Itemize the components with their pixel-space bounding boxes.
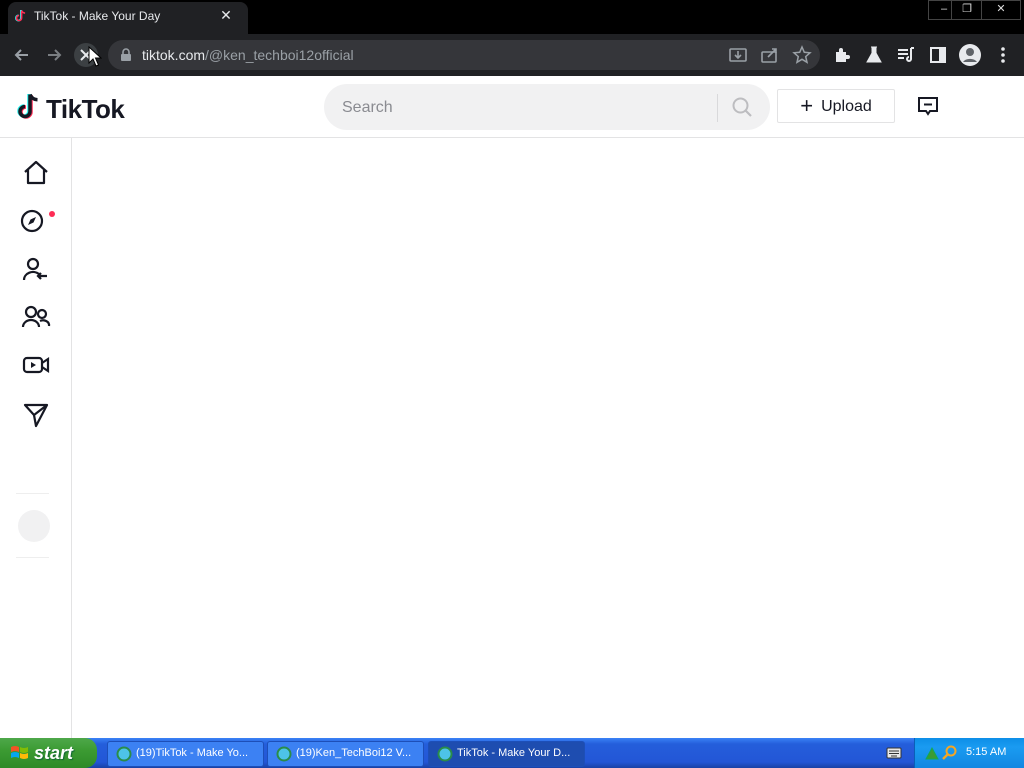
- sidebar-divider: [16, 493, 49, 494]
- inbox-message-icon[interactable]: [916, 94, 940, 118]
- lock-icon[interactable]: [120, 48, 132, 62]
- tiktok-logo-text[interactable]: TikTok: [46, 94, 125, 125]
- tiktok-favicon-icon: [15, 10, 26, 22]
- side-panel-icon[interactable]: [927, 44, 949, 66]
- search-tray-icon[interactable]: [942, 745, 958, 761]
- account-avatar-placeholder[interactable]: [18, 510, 50, 542]
- browser-app-icon: [437, 746, 453, 762]
- restore-button[interactable]: ❐: [951, 0, 983, 20]
- keyboard-icon[interactable]: [886, 746, 902, 760]
- explore-compass-icon[interactable]: [17, 205, 49, 237]
- network-tray-icon[interactable]: [924, 745, 940, 761]
- send-paper-plane-icon[interactable]: [20, 399, 52, 431]
- back-arrow-icon[interactable]: [11, 44, 33, 66]
- taskbar-item[interactable]: (19)Ken_TechBoi12 V...: [267, 741, 424, 767]
- taskbar-item-active[interactable]: TikTok - Make Your D...: [428, 741, 585, 767]
- url-text[interactable]: tiktok.com/@ken_techboi12official: [142, 47, 354, 63]
- taskbar-item-label: (19)TikTok - Make Yo...: [136, 747, 249, 759]
- start-button[interactable]: start: [0, 738, 97, 768]
- search-divider: [717, 94, 718, 122]
- clock: 5:15 AM: [966, 746, 1007, 758]
- chrome-menu-icon[interactable]: [992, 44, 1014, 66]
- following-icon[interactable]: [20, 254, 52, 286]
- taskbar-item[interactable]: (19)TikTok - Make Yo...: [107, 741, 264, 767]
- install-app-icon[interactable]: [727, 44, 749, 66]
- profile-avatar-icon[interactable]: [958, 43, 982, 67]
- tiktok-logo-icon[interactable]: [16, 91, 44, 121]
- url-host: tiktok.com: [142, 47, 206, 63]
- tab-title: TikTok - Make Your Day: [34, 9, 161, 23]
- home-icon[interactable]: [20, 157, 52, 189]
- windows-logo-icon: [11, 746, 28, 759]
- live-video-icon[interactable]: [20, 349, 52, 381]
- media-queue-icon[interactable]: [895, 44, 917, 66]
- browser-app-icon: [116, 746, 132, 762]
- taskbar-item-label: TikTok - Make Your D...: [457, 747, 571, 759]
- upload-button[interactable]: + Upload: [777, 89, 895, 123]
- labs-flask-icon[interactable]: [863, 44, 885, 66]
- friends-icon[interactable]: [20, 301, 52, 333]
- extensions-puzzle-icon[interactable]: [831, 44, 853, 66]
- url-path: /@ken_techboi12official: [205, 47, 354, 63]
- search-input[interactable]: [340, 96, 704, 120]
- plus-icon: +: [800, 93, 814, 118]
- browser-app-icon: [276, 746, 292, 762]
- close-window-button[interactable]: ✕: [981, 0, 1021, 20]
- taskbar-item-label: (19)Ken_TechBoi12 V...: [296, 747, 412, 759]
- tab-close-icon[interactable]: ✕: [218, 7, 234, 23]
- bookmark-star-icon[interactable]: [791, 44, 813, 66]
- search-icon[interactable]: [731, 96, 753, 118]
- sidebar-divider: [16, 557, 49, 558]
- start-label: start: [34, 743, 74, 763]
- mouse-cursor-icon: [88, 46, 102, 67]
- share-icon[interactable]: [759, 44, 781, 66]
- notification-dot: [49, 211, 55, 217]
- upload-label: Upload: [821, 98, 872, 115]
- forward-arrow-icon[interactable]: [43, 44, 65, 66]
